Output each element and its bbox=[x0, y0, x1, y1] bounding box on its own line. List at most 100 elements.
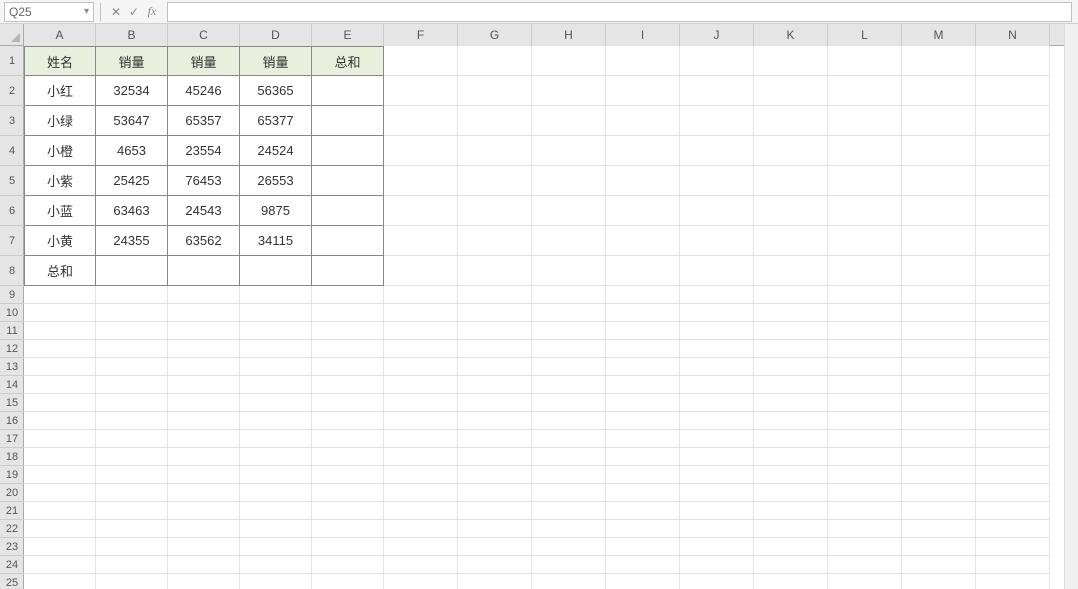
table-header-3[interactable]: 销量 bbox=[240, 46, 312, 76]
table-header-2[interactable]: 销量 bbox=[168, 46, 240, 76]
row-header-13[interactable]: 13 bbox=[0, 358, 24, 376]
cell-A11[interactable] bbox=[24, 322, 96, 340]
cell-M11[interactable] bbox=[902, 322, 976, 340]
table-val-1-2[interactable]: 65377 bbox=[240, 106, 312, 136]
cell-J1[interactable] bbox=[680, 46, 754, 76]
table-name-1[interactable]: 小绿 bbox=[24, 106, 96, 136]
cell-J6[interactable] bbox=[680, 196, 754, 226]
cell-N9[interactable] bbox=[976, 286, 1050, 304]
cell-A21[interactable] bbox=[24, 502, 96, 520]
cell-K24[interactable] bbox=[754, 556, 828, 574]
cell-E11[interactable] bbox=[312, 322, 384, 340]
cell-C9[interactable] bbox=[168, 286, 240, 304]
cell-C10[interactable] bbox=[168, 304, 240, 322]
row-header-9[interactable]: 9 bbox=[0, 286, 24, 304]
cell-D9[interactable] bbox=[240, 286, 312, 304]
cell-I6[interactable] bbox=[606, 196, 680, 226]
column-header-H[interactable]: H bbox=[532, 24, 606, 46]
formula-input[interactable] bbox=[167, 2, 1072, 22]
cell-G4[interactable] bbox=[458, 136, 532, 166]
cell-A13[interactable] bbox=[24, 358, 96, 376]
cell-C12[interactable] bbox=[168, 340, 240, 358]
cell-F10[interactable] bbox=[384, 304, 458, 322]
row-header-11[interactable]: 11 bbox=[0, 322, 24, 340]
cell-M19[interactable] bbox=[902, 466, 976, 484]
row-header-3[interactable]: 3 bbox=[0, 106, 24, 136]
cell-H15[interactable] bbox=[532, 394, 606, 412]
cell-C16[interactable] bbox=[168, 412, 240, 430]
cell-I7[interactable] bbox=[606, 226, 680, 256]
cell-E21[interactable] bbox=[312, 502, 384, 520]
cell-K9[interactable] bbox=[754, 286, 828, 304]
cell-L17[interactable] bbox=[828, 430, 902, 448]
column-header-D[interactable]: D bbox=[240, 24, 312, 46]
table-val-5-1[interactable]: 63562 bbox=[168, 226, 240, 256]
cell-F18[interactable] bbox=[384, 448, 458, 466]
cell-I8[interactable] bbox=[606, 256, 680, 286]
column-header-C[interactable]: C bbox=[168, 24, 240, 46]
cell-C13[interactable] bbox=[168, 358, 240, 376]
cancel-icon[interactable]: ✕ bbox=[107, 3, 125, 21]
row-header-4[interactable]: 4 bbox=[0, 136, 24, 166]
column-header-B[interactable]: B bbox=[96, 24, 168, 46]
cell-I23[interactable] bbox=[606, 538, 680, 556]
cell-C19[interactable] bbox=[168, 466, 240, 484]
cell-L23[interactable] bbox=[828, 538, 902, 556]
cell-E23[interactable] bbox=[312, 538, 384, 556]
cell-D19[interactable] bbox=[240, 466, 312, 484]
cell-M5[interactable] bbox=[902, 166, 976, 196]
cell-D11[interactable] bbox=[240, 322, 312, 340]
cell-I10[interactable] bbox=[606, 304, 680, 322]
cell-I16[interactable] bbox=[606, 412, 680, 430]
table-rowsum-0[interactable] bbox=[312, 76, 384, 106]
cell-H11[interactable] bbox=[532, 322, 606, 340]
cell-N20[interactable] bbox=[976, 484, 1050, 502]
cell-H3[interactable] bbox=[532, 106, 606, 136]
cell-K22[interactable] bbox=[754, 520, 828, 538]
row-header-2[interactable]: 2 bbox=[0, 76, 24, 106]
cell-G1[interactable] bbox=[458, 46, 532, 76]
cell-H24[interactable] bbox=[532, 556, 606, 574]
cell-J3[interactable] bbox=[680, 106, 754, 136]
cells-area[interactable]: 姓名销量销量销量总和小红325344524656365小绿53647653576… bbox=[24, 46, 1078, 589]
row-header-19[interactable]: 19 bbox=[0, 466, 24, 484]
cell-F11[interactable] bbox=[384, 322, 458, 340]
cell-N15[interactable] bbox=[976, 394, 1050, 412]
cell-E19[interactable] bbox=[312, 466, 384, 484]
table-header-1[interactable]: 销量 bbox=[96, 46, 168, 76]
cell-F23[interactable] bbox=[384, 538, 458, 556]
cell-A9[interactable] bbox=[24, 286, 96, 304]
cell-E15[interactable] bbox=[312, 394, 384, 412]
cell-K14[interactable] bbox=[754, 376, 828, 394]
table-val-3-1[interactable]: 76453 bbox=[168, 166, 240, 196]
cell-J21[interactable] bbox=[680, 502, 754, 520]
row-header-23[interactable]: 23 bbox=[0, 538, 24, 556]
cell-H17[interactable] bbox=[532, 430, 606, 448]
cell-I4[interactable] bbox=[606, 136, 680, 166]
cell-B21[interactable] bbox=[96, 502, 168, 520]
cell-E20[interactable] bbox=[312, 484, 384, 502]
column-header-K[interactable]: K bbox=[754, 24, 828, 46]
cell-H4[interactable] bbox=[532, 136, 606, 166]
row-header-20[interactable]: 20 bbox=[0, 484, 24, 502]
row-header-25[interactable]: 25 bbox=[0, 574, 24, 589]
cell-C15[interactable] bbox=[168, 394, 240, 412]
cell-C23[interactable] bbox=[168, 538, 240, 556]
column-header-E[interactable]: E bbox=[312, 24, 384, 46]
cell-J5[interactable] bbox=[680, 166, 754, 196]
cell-M24[interactable] bbox=[902, 556, 976, 574]
cell-D21[interactable] bbox=[240, 502, 312, 520]
cell-J16[interactable] bbox=[680, 412, 754, 430]
cell-B20[interactable] bbox=[96, 484, 168, 502]
cell-G16[interactable] bbox=[458, 412, 532, 430]
cell-G9[interactable] bbox=[458, 286, 532, 304]
cell-N16[interactable] bbox=[976, 412, 1050, 430]
cell-J18[interactable] bbox=[680, 448, 754, 466]
table-val-4-0[interactable]: 63463 bbox=[96, 196, 168, 226]
cell-M1[interactable] bbox=[902, 46, 976, 76]
cell-G11[interactable] bbox=[458, 322, 532, 340]
cell-N23[interactable] bbox=[976, 538, 1050, 556]
vertical-scrollbar[interactable] bbox=[1064, 24, 1078, 589]
table-val-3-2[interactable]: 26553 bbox=[240, 166, 312, 196]
cell-K18[interactable] bbox=[754, 448, 828, 466]
